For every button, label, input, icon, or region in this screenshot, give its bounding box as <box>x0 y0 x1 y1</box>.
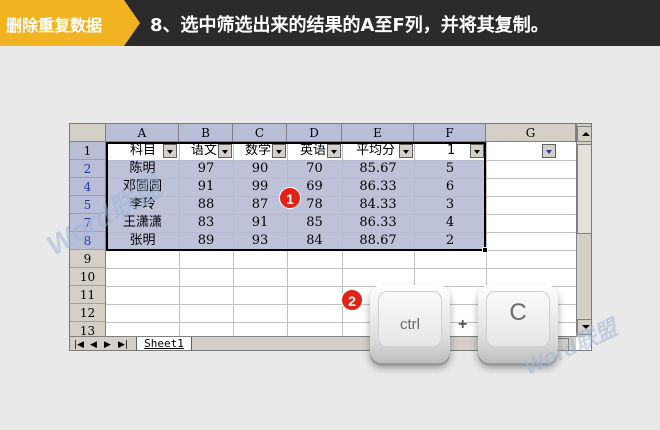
row-header-12[interactable]: 12 <box>70 304 106 322</box>
c-key-label: C <box>509 299 527 326</box>
scroll-thumb[interactable] <box>577 144 591 234</box>
column-header-e[interactable]: E <box>342 124 414 142</box>
row-header-2[interactable]: 2 <box>70 160 106 178</box>
header-banner: 删除重复数据 8、选中筛选出来的结果的A至F列，并将其复制。 <box>0 0 660 46</box>
column-header-f[interactable]: F <box>414 124 486 142</box>
next-sheet-icon[interactable]: ▶ <box>104 340 111 350</box>
section-tag: 删除重复数据 <box>0 0 140 46</box>
ctrl-key-icon: ctrl <box>370 285 450 363</box>
first-sheet-icon[interactable]: |◀ <box>74 340 84 350</box>
tutorial-page: 删除重复数据 8、选中筛选出来的结果的A至F列，并将其复制。 A B C D E… <box>0 0 660 430</box>
select-all-corner[interactable] <box>70 124 106 142</box>
scroll-up-button[interactable] <box>577 126 591 142</box>
section-tag-label: 删除重复数据 <box>6 16 103 35</box>
vertical-scrollbar[interactable] <box>576 124 591 337</box>
filter-dropdown-g[interactable] <box>542 144 556 158</box>
plus-sign: + <box>458 316 468 333</box>
row-header-1[interactable]: 1 <box>70 142 106 160</box>
last-sheet-icon[interactable]: ▶| <box>118 340 128 350</box>
column-header-c[interactable]: C <box>233 124 287 142</box>
row-header-11[interactable]: 11 <box>70 286 106 304</box>
column-header-g[interactable]: G <box>486 124 576 142</box>
step-2-badge: 2 <box>341 289 363 311</box>
column-header-d[interactable]: D <box>287 124 342 142</box>
step-title: 8、选中筛选出来的结果的A至F列，并将其复制。 <box>150 15 549 36</box>
ctrl-key-label: ctrl <box>400 316 420 333</box>
tab-sheet1[interactable]: Sheet1 <box>136 337 192 350</box>
column-header-a[interactable]: A <box>106 124 179 142</box>
row-header-10[interactable]: 10 <box>70 268 106 286</box>
step-1-badge: 1 <box>279 187 301 209</box>
prev-sheet-icon[interactable]: ◀ <box>90 340 97 350</box>
column-header-b[interactable]: B <box>179 124 233 142</box>
fill-handle[interactable] <box>482 247 488 253</box>
